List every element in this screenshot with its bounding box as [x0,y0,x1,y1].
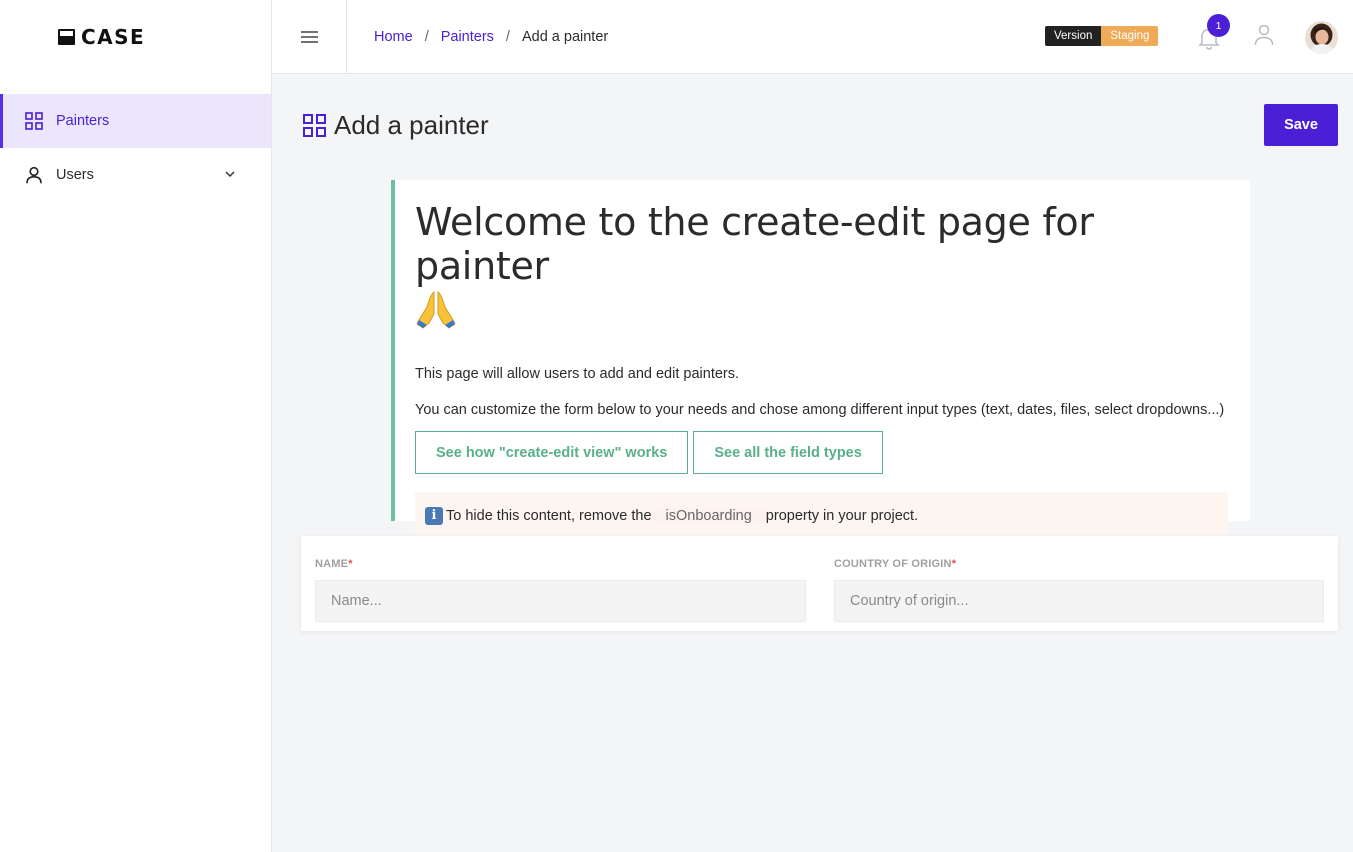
user-icon [25,166,43,184]
sidebar: CASE Painters Users [0,0,272,852]
onboarding-heading-text: Welcome to the create-edit page for pain… [415,200,1094,288]
topbar: Home / Painters / Add a painter Version … [272,0,1353,74]
onboarding-paragraph-2: You can customize the form below to your… [415,402,1225,418]
name-label: NAME* [315,558,353,570]
sidebar-item-label: Users [56,167,94,183]
menu-toggle-button[interactable] [272,0,347,74]
grid-icon [25,112,43,130]
name-input[interactable] [315,580,806,622]
sidebar-item-painters[interactable]: Painters [0,94,271,148]
logo-mark-icon [58,29,75,45]
breadcrumb-separator: / [424,28,429,45]
grid-icon [303,113,326,137]
onboarding-card: Welcome to the create-edit page for pain… [391,180,1250,539]
profile-icon[interactable] [1254,24,1274,46]
info-code: isOnboarding [651,507,766,524]
see-field-types-button[interactable]: See all the field types [693,431,883,474]
country-field-group: COUNTRY OF ORIGIN* [834,554,1324,622]
hamburger-icon [300,30,318,43]
version-label: Version [1045,26,1102,46]
notification-count-badge: 1 [1207,14,1230,37]
info-text-suffix: property in your project. [765,507,919,524]
breadcrumb-current: Add a painter [521,28,609,45]
breadcrumb-home[interactable]: Home [374,29,413,45]
info-icon: i [425,506,443,525]
breadcrumb-separator: / [505,28,510,45]
sidebar-nav: Painters Users [0,94,271,202]
avatar[interactable] [1305,21,1338,54]
chevron-down-icon[interactable] [223,167,237,181]
page-title: Add a painter [334,109,489,140]
breadcrumb: Home / Painters / Add a painter [347,29,608,45]
app-logo[interactable]: CASE [0,0,271,74]
version-value: Staging [1101,26,1159,46]
save-button[interactable]: Save [1264,104,1338,146]
name-field-group: NAME* [315,554,806,622]
praying-hands-icon [415,290,457,339]
info-text-prefix: To hide this content, remove the [446,507,652,524]
onboarding-heading: Welcome to the create-edit page for pain… [415,200,1228,339]
country-label: COUNTRY OF ORIGIN* [834,558,957,570]
version-badge: Version Staging [1045,26,1159,46]
see-create-edit-view-button[interactable]: See how "create-edit view" works [415,431,689,474]
info-notice: i To hide this content, remove the isOnb… [415,492,1228,539]
breadcrumb-painters[interactable]: Painters [441,29,494,45]
painter-form: NAME* COUNTRY OF ORIGIN* [301,536,1338,631]
country-of-origin-input[interactable] [834,580,1324,622]
sidebar-item-label: Painters [56,113,110,129]
page-header: Add a painter Save [303,104,1338,146]
required-marker: * [348,558,353,570]
logo-text: CASE [81,25,146,49]
required-marker: * [951,558,957,570]
sidebar-item-users[interactable]: Users [0,148,271,202]
onboarding-actions: See how "create-edit view" works See all… [415,431,1228,474]
onboarding-paragraph-1: This page will allow users to add and ed… [415,366,740,382]
